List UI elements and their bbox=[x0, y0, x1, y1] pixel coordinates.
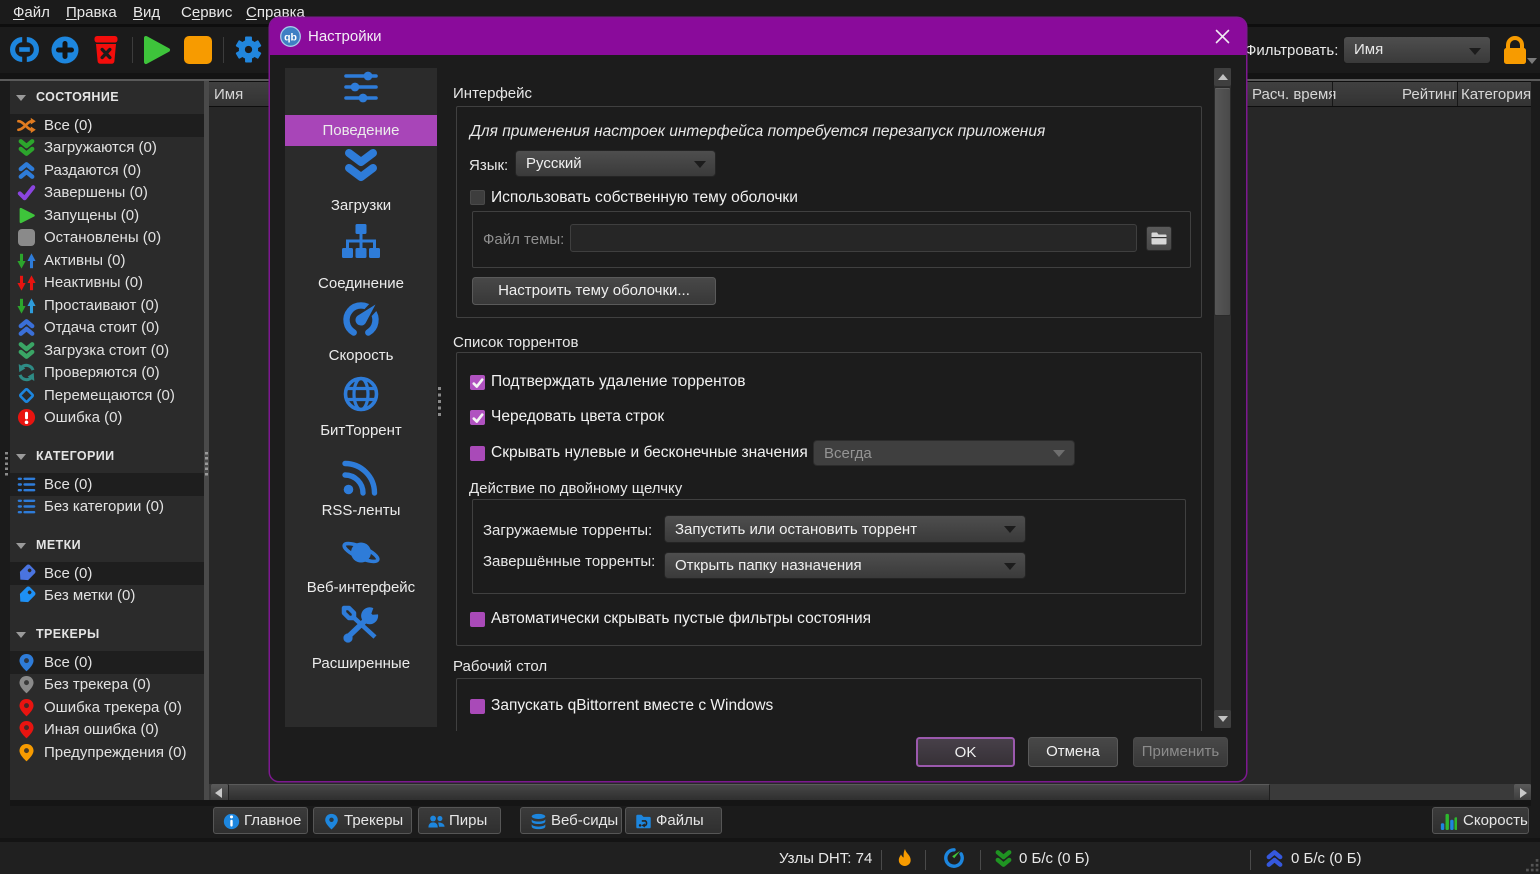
svg-text:qb: qb bbox=[284, 31, 297, 43]
